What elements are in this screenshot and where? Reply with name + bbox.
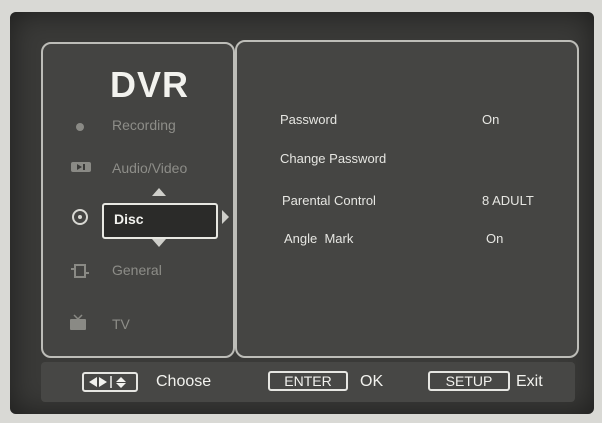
tv-icon: [68, 314, 88, 332]
setting-change-password-label[interactable]: Change Password: [280, 151, 386, 166]
menu-item-disc-label: Disc: [114, 211, 144, 227]
submenu-arrow-icon: [222, 210, 229, 224]
footer-choose-label: Choose: [156, 373, 212, 390]
footer-exit-label: Exit: [516, 373, 543, 390]
scroll-up-icon[interactable]: [152, 188, 166, 196]
brand-title: DVR: [110, 64, 190, 105]
setting-password-value[interactable]: On: [482, 112, 499, 127]
menu-item-general[interactable]: General: [112, 262, 162, 278]
setting-password-label[interactable]: Password: [280, 112, 337, 127]
setting-angle-mark-label[interactable]: Angle Mark: [284, 231, 353, 246]
general-icon: [70, 262, 90, 280]
setup-key[interactable]: SETUP: [428, 371, 510, 391]
menu-item-tv[interactable]: TV: [112, 316, 130, 332]
disc-icon: [72, 209, 88, 225]
record-icon: [72, 120, 88, 134]
enter-key[interactable]: ENTER: [268, 371, 348, 391]
setting-parental-control-value[interactable]: 8 ADULT: [482, 193, 534, 208]
audio-video-icon: [70, 160, 92, 174]
menu-item-audio-video[interactable]: Audio/Video: [112, 160, 187, 176]
scroll-down-icon[interactable]: [152, 239, 166, 247]
arrow-keys-icon: [82, 372, 138, 392]
setting-parental-control-label[interactable]: Parental Control: [282, 193, 376, 208]
menu-item-recording[interactable]: Recording: [112, 117, 176, 133]
footer-ok-label: OK: [360, 373, 384, 390]
setting-angle-mark-value[interactable]: On: [486, 231, 503, 246]
